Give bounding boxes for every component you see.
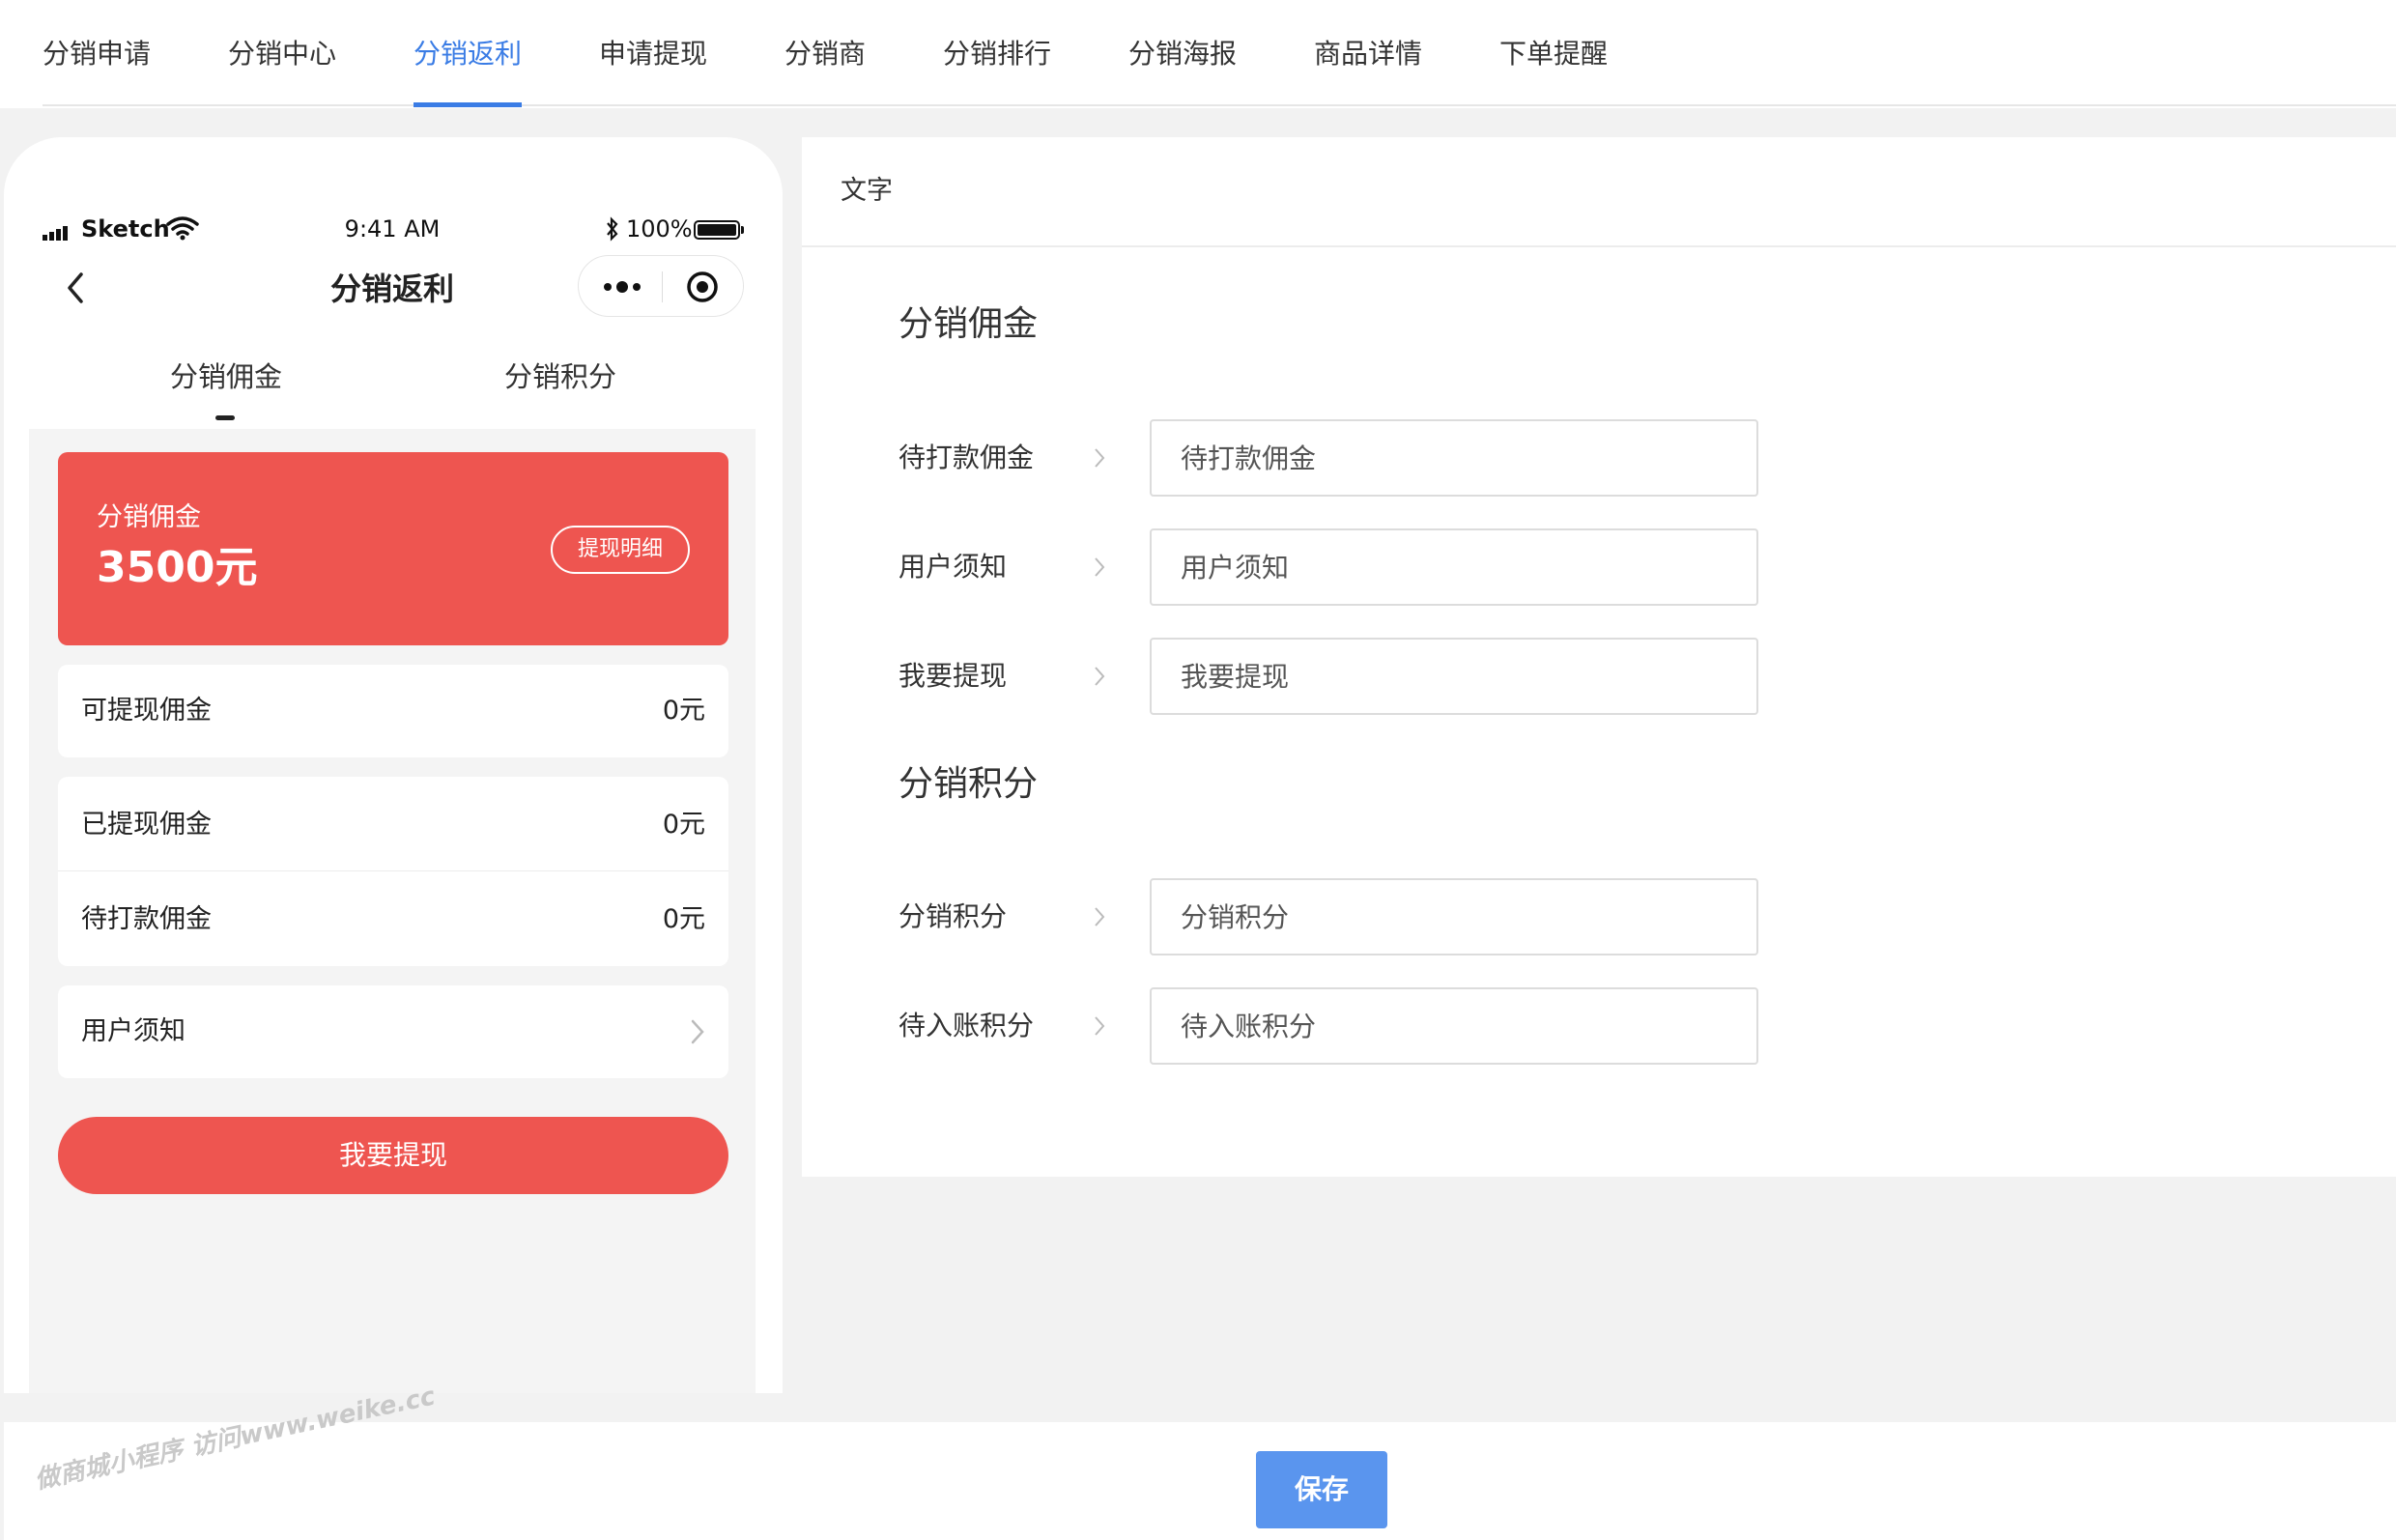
battery-percent: 100% [626,215,693,242]
tab-distribution-center[interactable]: 分销中心 [228,37,336,71]
field-label-points: 分销积分 [898,900,1008,932]
commission-status-card: 已提现佣金 0元 待打款佣金 0元 [58,777,728,966]
field-label-withdraw: 我要提现 [898,660,1008,692]
list-item: 可提现佣金 0元 [58,665,728,757]
withdrawable-card: 可提现佣金 0元 [58,665,728,757]
row-label: 可提现佣金 [81,696,212,726]
save-button[interactable]: 保存 [1256,1451,1387,1528]
row-label: 用户须知 [81,1016,185,1046]
chevron-right-icon [1095,907,1105,927]
field-label-user-notice: 用户须知 [898,551,1008,583]
list-item: 已提现佣金 0元 [58,777,728,871]
withdraw-input[interactable] [1150,638,1758,715]
list-item[interactable]: 用户须知 [58,985,728,1078]
row-label: 已提现佣金 [81,810,212,840]
close-target-icon[interactable] [685,270,720,304]
bottom-action-bar [4,1422,2396,1540]
subtab-indicator [215,415,235,420]
tab-apply-withdraw[interactable]: 申请提现 [599,37,707,71]
commission-card: 分销佣金 3500元 提现明细 [58,452,728,645]
commission-card-label: 分销佣金 [97,502,201,532]
commission-amount: 3500元 [97,543,258,592]
withdraw-button[interactable]: 我要提现 [58,1117,728,1194]
active-tab-indicator [414,102,522,107]
settings-panel: 文字 分销佣金 待打款佣金 用户须知 我要提现 分销积分 分销积分 待入账积分 [802,137,2396,1177]
pending-points-input[interactable] [1150,987,1758,1065]
tab-distributors[interactable]: 分销商 [784,37,866,71]
section-title-commission: 分销佣金 [898,304,1039,344]
tab-distribution-apply[interactable]: 分销申请 [43,37,151,71]
chevron-right-icon [1095,448,1105,468]
list-item: 待打款佣金 0元 [58,871,728,966]
tab-distribution-rebate[interactable]: 分销返利 [414,37,522,71]
subtab-points[interactable]: 分销积分 [504,357,616,396]
user-notice-input[interactable] [1150,528,1758,606]
row-value: 0元 [662,904,705,934]
subtab-commission[interactable]: 分销佣金 [170,357,282,396]
bluetooth-icon [607,216,618,242]
tab-order-reminder[interactable]: 下单提醒 [1499,37,1608,71]
mini-program-capsule [578,255,744,317]
row-value: 0元 [662,696,705,726]
chevron-right-icon [1095,557,1105,577]
user-notice-card[interactable]: 用户须知 [58,985,728,1078]
tab-bar-divider [43,104,2396,106]
points-input[interactable] [1150,878,1758,955]
panel-header: 文字 [802,137,2396,247]
chevron-right-icon [1095,667,1105,686]
tab-product-detail[interactable]: 商品详情 [1314,37,1422,71]
more-dots-icon[interactable] [602,277,642,297]
top-tab-bar: 分销申请 分销中心 分销返利 申请提现 分销商 分销排行 分销海报 商品详情 下… [0,0,2396,108]
field-label-pending-payment: 待打款佣金 [898,442,1035,473]
phone-preview: Sketch 9:41 AM 100% 分销返利 分销佣金 分销积分 分销佣金 … [29,201,756,1393]
section-title-points: 分销积分 [898,764,1039,804]
pending-payment-input[interactable] [1150,419,1758,497]
panel-header-title: 文字 [841,176,893,206]
withdraw-detail-button[interactable]: 提现明细 [551,526,690,574]
chevron-right-icon [691,1019,704,1044]
battery-icon [694,220,740,240]
tab-distribution-poster[interactable]: 分销海报 [1128,37,1237,71]
field-label-pending-points: 待入账积分 [898,1010,1035,1041]
chevron-right-icon [1095,1016,1105,1036]
row-value: 0元 [662,810,705,840]
row-label: 待打款佣金 [81,904,212,934]
phone-header: Sketch 9:41 AM 100% 分销返利 分销佣金 分销积分 [29,201,756,429]
tab-distribution-ranking[interactable]: 分销排行 [943,37,1051,71]
